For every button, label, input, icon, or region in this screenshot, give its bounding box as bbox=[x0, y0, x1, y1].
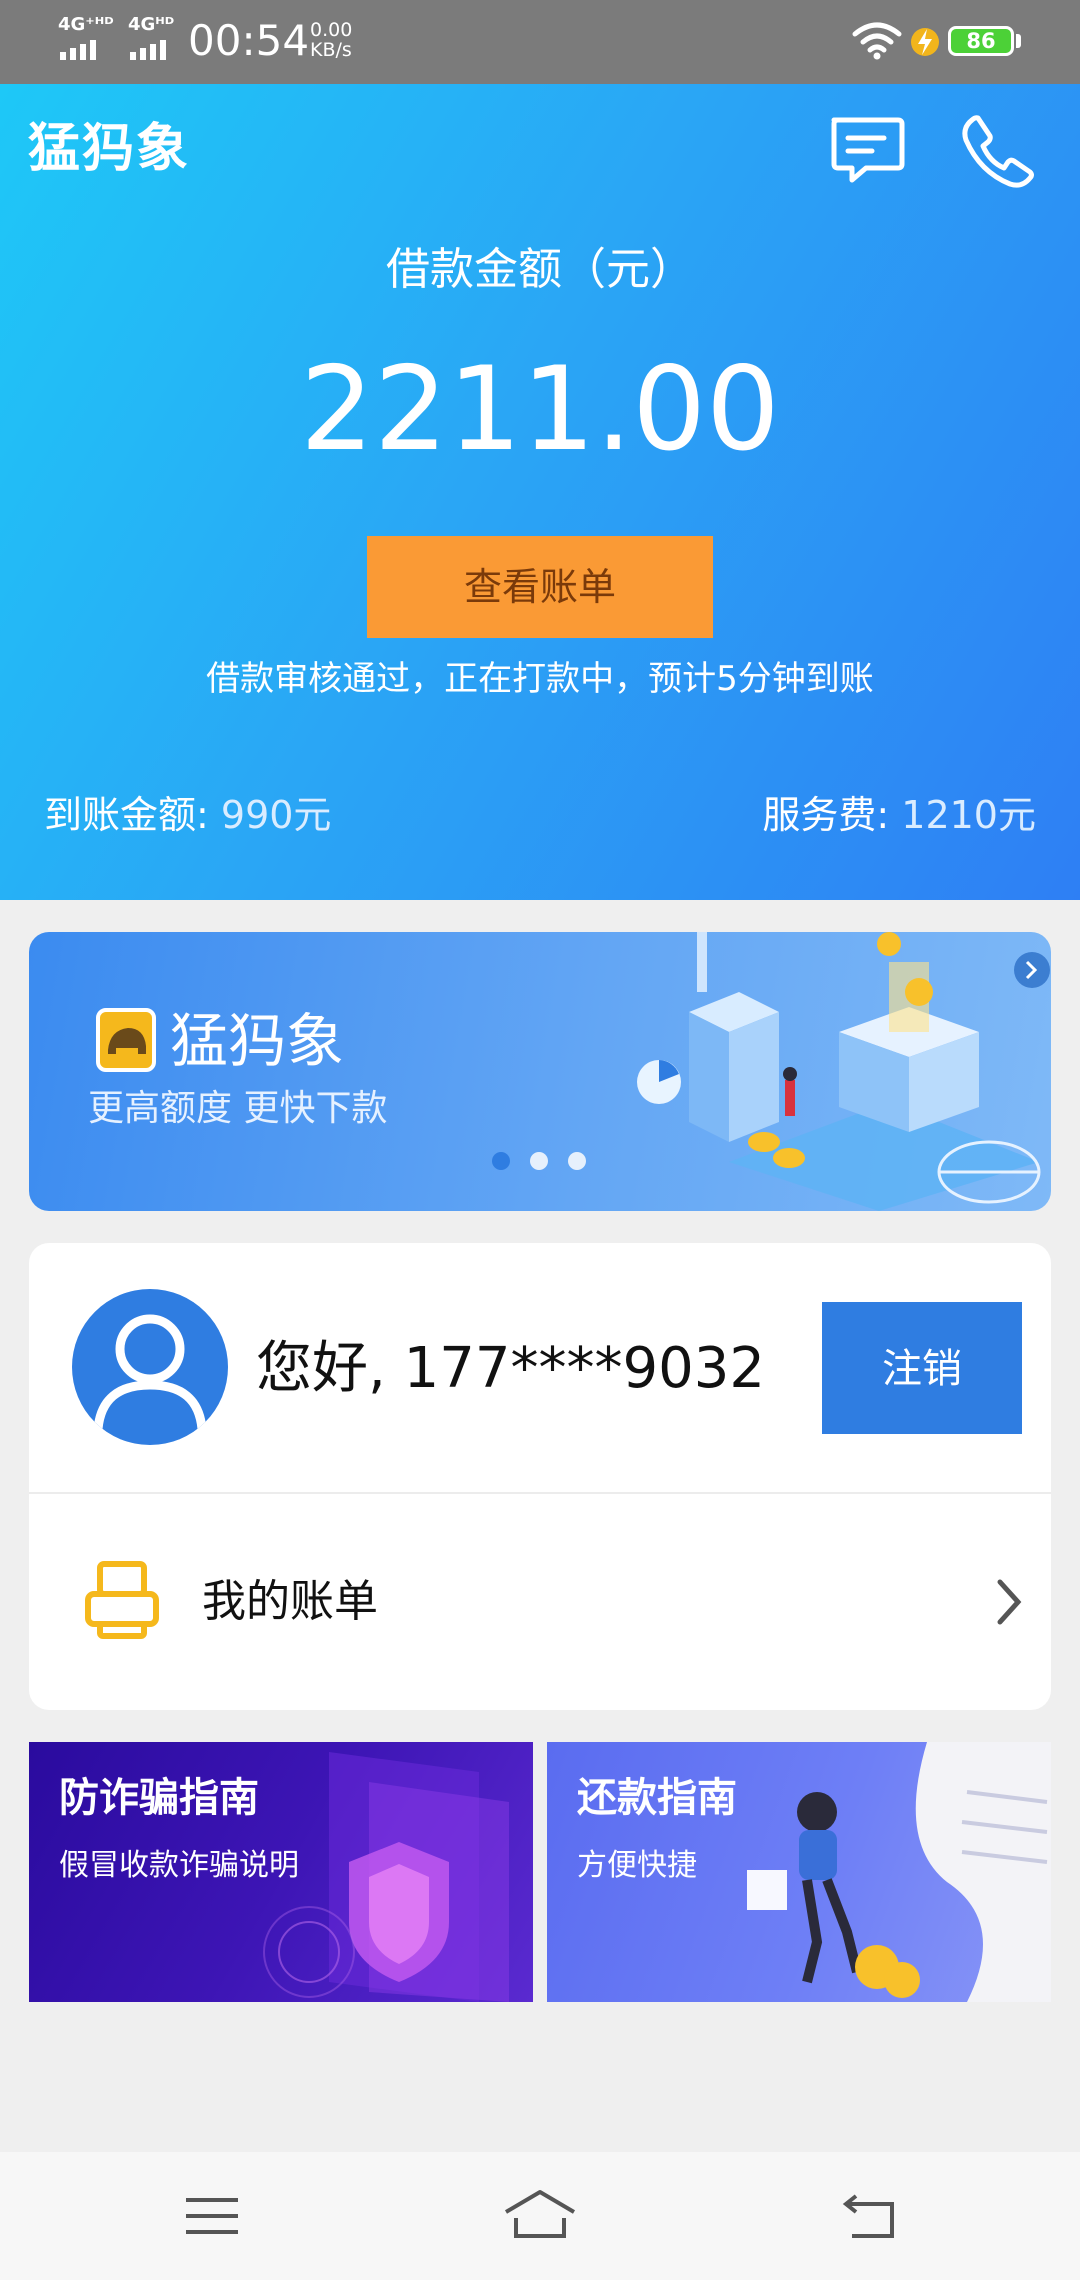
received-label: 到账金额: bbox=[44, 793, 209, 837]
chevron-right-icon bbox=[997, 1579, 1022, 1625]
message-icon bbox=[831, 117, 905, 183]
repayment-guide-title: 还款指南 bbox=[577, 1775, 737, 1821]
loan-status-text: 借款审核通过，正在打款中，预计5分钟到账 bbox=[206, 659, 874, 699]
banner-title: 猛犸象 bbox=[170, 1007, 345, 1075]
banner-subtitle: 更高额度 更快下款 bbox=[88, 1088, 388, 1129]
back-icon[interactable] bbox=[840, 2192, 900, 2240]
finance-illustration bbox=[637, 932, 1050, 1211]
signal-bars-icon bbox=[60, 40, 96, 60]
app-logo: 猛犸象 bbox=[28, 119, 191, 179]
network-speed: 0.00 KB/s bbox=[310, 20, 352, 60]
repayment-guide-card[interactable]: 还款指南 方便快捷 bbox=[547, 1742, 1051, 2002]
mammoth-icon bbox=[108, 1028, 146, 1054]
service-fee-value: 1210元 bbox=[901, 793, 1036, 837]
signal-bars-icon bbox=[130, 40, 166, 60]
repayment-guide-subtitle: 方便快捷 bbox=[577, 1848, 697, 1883]
carousel-dot-2[interactable] bbox=[530, 1152, 548, 1170]
charging-icon bbox=[911, 28, 939, 56]
repayment-illustration bbox=[747, 1742, 1051, 2002]
service-fee-label: 服务费: bbox=[762, 793, 890, 837]
loan-summary-panel bbox=[0, 84, 1080, 900]
battery-level: 86 bbox=[948, 26, 1014, 56]
loan-amount-value: 2211.00 bbox=[300, 342, 780, 477]
message-button[interactable] bbox=[826, 110, 906, 190]
network-indicator-1: 4G⁺ᴴᴰ bbox=[58, 16, 114, 34]
logout-button[interactable]: 注销 bbox=[822, 1302, 1022, 1434]
my-bill-label: 我的账单 bbox=[202, 1576, 378, 1627]
received-value: 990元 bbox=[220, 793, 332, 837]
home-icon[interactable] bbox=[502, 2188, 578, 2240]
avatar bbox=[72, 1289, 228, 1445]
carousel-dot-1[interactable] bbox=[492, 1152, 510, 1170]
network-label-2: 4Gᴴᴰ bbox=[128, 14, 175, 35]
speed-value: 0.00 bbox=[310, 19, 353, 41]
speed-unit: KB/s bbox=[310, 39, 352, 61]
anti-fraud-guide-subtitle: 假冒收款诈骗说明 bbox=[59, 1848, 299, 1883]
network-indicator-2: 4Gᴴᴰ bbox=[128, 16, 174, 34]
anti-fraud-guide-title: 防诈骗指南 bbox=[59, 1775, 259, 1821]
phone-button[interactable] bbox=[958, 110, 1038, 190]
user-greeting: 您好, 177****9032 bbox=[256, 1336, 766, 1401]
loan-amount-label: 借款金额（元） bbox=[386, 244, 694, 295]
printer-icon bbox=[85, 1561, 159, 1639]
anti-fraud-guide-card[interactable]: 防诈骗指南 假冒收款诈骗说明 bbox=[29, 1742, 533, 2002]
my-bill-row[interactable] bbox=[29, 1494, 1051, 1710]
received-amount: 到账金额: 990元 bbox=[44, 790, 331, 840]
app-icon bbox=[96, 1008, 156, 1072]
status-bar: 4G⁺ᴴᴰ 4Gᴴᴰ 00:54 0.00 KB/s 86 bbox=[0, 0, 1080, 84]
battery-tip bbox=[1016, 34, 1021, 48]
clock: 00:54 bbox=[188, 16, 310, 65]
wifi-icon bbox=[852, 22, 902, 60]
phone-icon bbox=[962, 115, 1034, 188]
user-icon bbox=[93, 1314, 207, 1430]
network-label-1: 4G⁺ᴴᴰ bbox=[58, 14, 114, 35]
carousel-dot-3[interactable] bbox=[568, 1152, 586, 1170]
service-fee: 服务费: 1210元 bbox=[762, 790, 1036, 840]
menu-icon[interactable] bbox=[182, 2194, 242, 2238]
view-bill-button[interactable]: 查看账单 bbox=[367, 536, 713, 638]
